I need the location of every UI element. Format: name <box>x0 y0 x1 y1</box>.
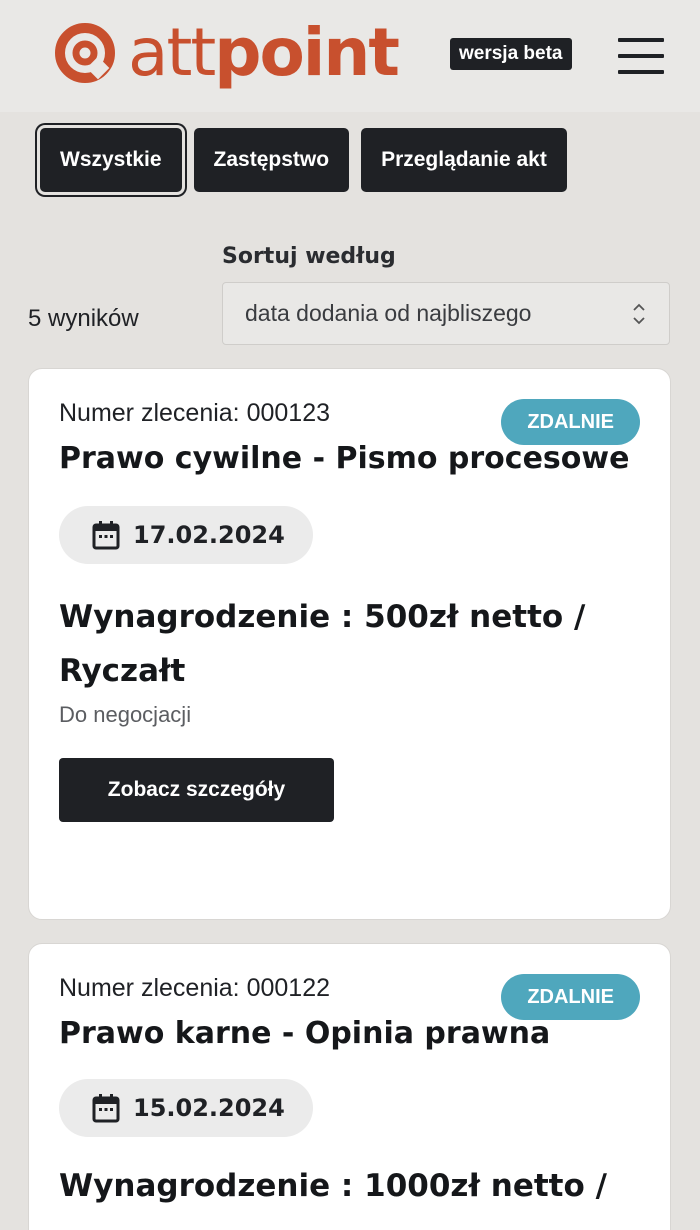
salary: Wynagrodzenie : 500zł netto / Ryczałt <box>59 599 586 689</box>
salary: Wynagrodzenie : 1000zł netto / <box>59 1168 607 1204</box>
tab-all[interactable]: Wszystkie <box>40 128 182 192</box>
sort-selected-value: data dodania od najbliszego <box>245 300 532 326</box>
order-card: Numer zlecenia: 000122 ZDALNIE Prawo kar… <box>28 943 671 1230</box>
date-pill: 15.02.2024 <box>59 1079 313 1137</box>
order-card: Numer zlecenia: 000123 ZDALNIE Prawo cyw… <box>28 368 671 920</box>
sort-select[interactable]: data dodania od najbliszego <box>222 282 670 345</box>
logo[interactable]: attpoint <box>54 20 400 86</box>
menu-line <box>618 38 664 42</box>
order-date: 17.02.2024 <box>133 521 285 549</box>
logo-text-light: att <box>128 14 216 91</box>
beta-badge: wersja beta <box>450 38 572 70</box>
logo-text: attpoint <box>128 20 400 86</box>
hamburger-menu-icon[interactable] <box>618 38 664 74</box>
date-pill: 17.02.2024 <box>59 506 313 564</box>
results-count: 5 wyników <box>28 305 139 332</box>
calendar-icon <box>92 1094 120 1123</box>
details-button[interactable]: Zobacz szczegóły <box>59 758 334 822</box>
order-date: 15.02.2024 <box>133 1094 285 1122</box>
sort-label: Sortuj według <box>222 244 396 269</box>
mode-badge: ZDALNIE <box>501 974 640 1020</box>
logo-text-bold: point <box>214 14 400 91</box>
mode-badge: ZDALNIE <box>501 399 640 445</box>
attpoint-logo-icon <box>55 23 115 83</box>
tab-file-review[interactable]: Przeglądanie akt <box>361 128 567 192</box>
header: attpoint wersja beta <box>0 0 700 112</box>
negotiable-note: Do negocjacji <box>59 702 192 727</box>
select-chevron-icon <box>633 303 645 325</box>
menu-line <box>618 70 664 74</box>
menu-line <box>618 54 664 58</box>
tab-substitution[interactable]: Zastępstwo <box>193 128 350 192</box>
calendar-icon <box>92 521 120 550</box>
filter-tabs: Wszystkie Zastępstwo Przeglądanie akt <box>40 128 567 192</box>
